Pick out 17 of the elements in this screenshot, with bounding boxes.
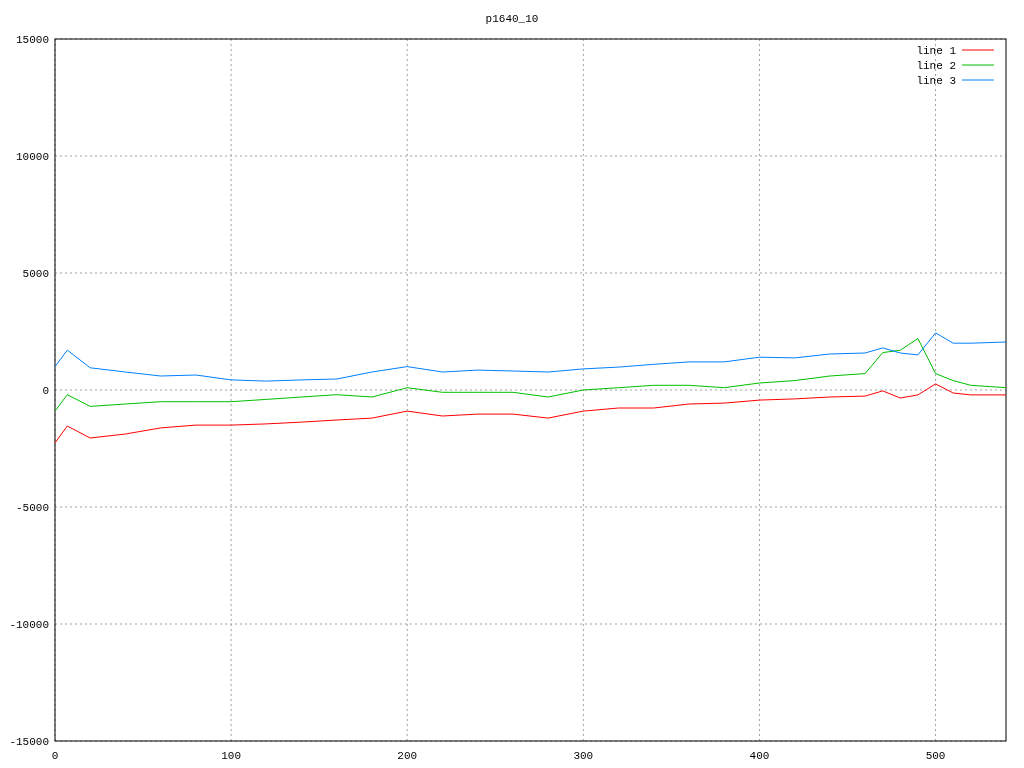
y-tick-label: 10000 [16, 151, 49, 163]
y-tick-label: -5000 [16, 502, 49, 514]
x-tick-label: 300 [573, 750, 594, 762]
legend-label: line 3 [916, 75, 956, 87]
x-tick-label: 200 [397, 750, 418, 762]
x-tick-label: 500 [925, 750, 946, 762]
y-tick-label: 0 [42, 385, 49, 397]
y-tick-label: -10000 [9, 619, 49, 631]
y-tick-label: -15000 [9, 736, 49, 748]
x-tick-label: 0 [51, 750, 59, 762]
x-tick-label: 400 [749, 750, 770, 762]
y-tick-label: 15000 [16, 34, 49, 46]
legend-label: line 1 [916, 45, 956, 57]
x-tick-label: 100 [221, 750, 241, 762]
chart-title: p1640_10 [485, 13, 539, 25]
legend-label: line 2 [916, 60, 956, 72]
y-tick-label: 5000 [22, 268, 49, 280]
